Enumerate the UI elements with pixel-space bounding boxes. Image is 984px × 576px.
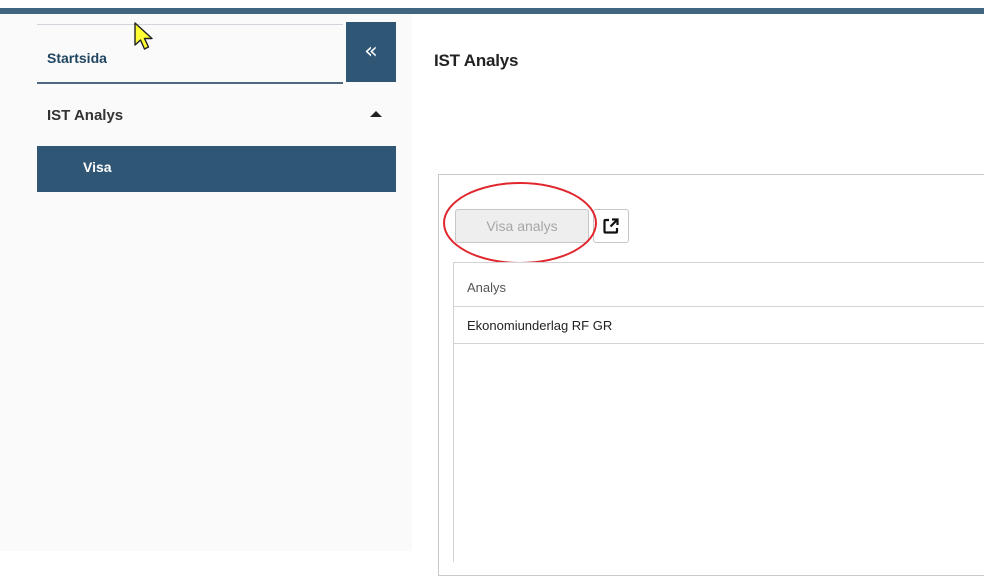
collapse-sidebar-button[interactable]: «	[346, 22, 396, 82]
sidebar-section-label: IST Analys	[47, 107, 124, 124]
toolbar: Visa analys	[455, 209, 629, 243]
double-chevron-left-icon: «	[364, 39, 378, 64]
mouse-cursor-icon	[134, 22, 153, 50]
sidebar-section-ist-analys[interactable]: IST Analys	[37, 84, 396, 146]
column-header-analys: Analys	[467, 280, 507, 295]
visa-analys-button[interactable]: Visa analys	[455, 209, 589, 243]
analysis-table: Analys Ekonomiunderlag RF GR	[453, 262, 984, 562]
sidebar-header: Startsida	[37, 24, 343, 84]
external-link-icon	[603, 218, 619, 234]
sidebar-item-visa[interactable]: Visa	[37, 146, 396, 192]
caret-up-icon	[370, 111, 382, 117]
export-button[interactable]	[593, 209, 629, 243]
page-title: IST Analys	[434, 51, 519, 70]
table-cell: Ekonomiunderlag RF GR	[467, 318, 613, 333]
sidebar-item-label: Visa	[83, 159, 112, 175]
start-link[interactable]: Startsida	[47, 50, 107, 66]
table-row[interactable]: Ekonomiunderlag RF GR	[454, 307, 984, 344]
table-header[interactable]: Analys	[454, 262, 984, 307]
